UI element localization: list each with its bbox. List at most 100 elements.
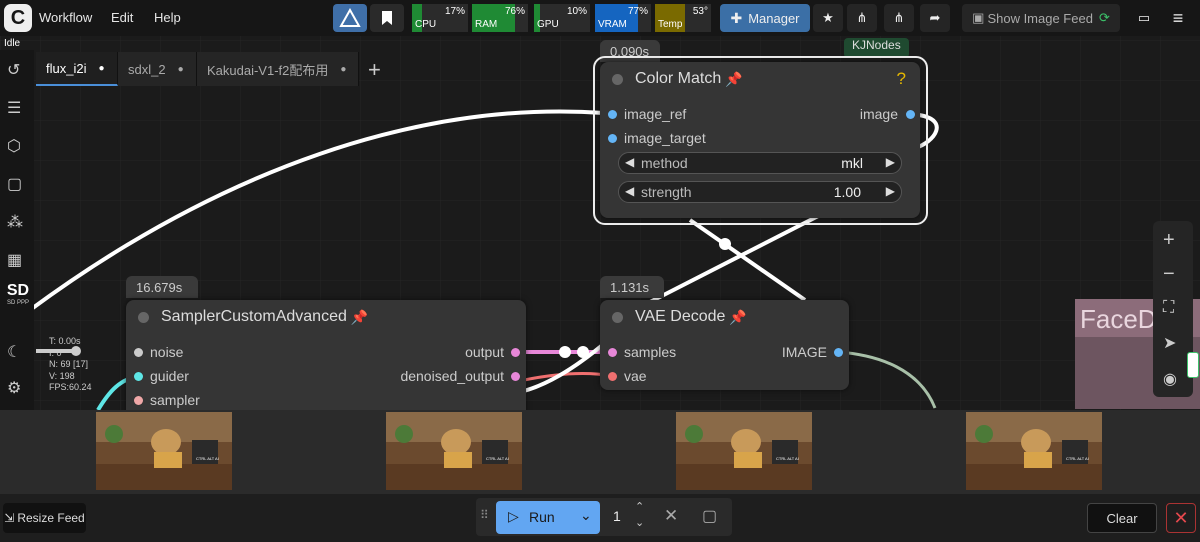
queue-list-icon[interactable]: ☰ — [7, 98, 27, 118]
pin-icon[interactable]: 📌 — [351, 309, 368, 326]
feed-thumbnail[interactable]: CTRL ALT AI — [96, 412, 232, 490]
fit-view-icon[interactable]: ⛶ — [1163, 299, 1183, 319]
close-icon[interactable]: ✕ — [1166, 503, 1196, 533]
menu-help[interactable]: Help — [154, 10, 181, 25]
sd-logo-button[interactable] — [333, 4, 367, 32]
zoom-out-icon[interactable]: − — [1163, 263, 1183, 285]
star-icon: ★ — [822, 10, 834, 25]
select-arrow-icon[interactable]: ➤ — [1163, 333, 1183, 353]
gear-icon[interactable]: ⚙ — [7, 378, 27, 398]
cg-b-button[interactable]: ⋔ — [884, 4, 914, 32]
increment-icon[interactable]: ⌃ — [635, 500, 644, 513]
node-tree-icon[interactable]: ⁂ — [7, 212, 27, 232]
tab-kakudai[interactable]: Kakudai-V1-f2配布用 ● — [197, 52, 359, 86]
image-ref-socket[interactable] — [608, 110, 617, 119]
vae-socket[interactable] — [608, 372, 617, 381]
input-vae: vae — [624, 368, 647, 384]
image-icon: ▣ — [972, 10, 985, 25]
increment-arrow-icon[interactable]: ▶ — [886, 155, 895, 169]
color-match-node[interactable]: Color Match 📌 ? image_ref image_target i… — [600, 62, 920, 218]
clear-button[interactable]: Clear — [1087, 503, 1157, 533]
noise-socket[interactable] — [134, 348, 143, 357]
vae-decode-timing: 1.131s — [600, 276, 664, 298]
history-icon[interactable]: ↺ — [7, 60, 27, 80]
decrement-arrow-icon[interactable]: ◀ — [625, 155, 634, 169]
sd-ppp-button[interactable]: SD SD PPP — [4, 282, 32, 306]
collapse-dot-icon[interactable] — [612, 73, 623, 85]
output-socket[interactable] — [511, 348, 520, 357]
image-feed: CTRL ALT AI CTRL ALT AI CTRL ALT AI CTRL… — [0, 410, 1200, 494]
feed-thumbnail[interactable]: CTRL ALT AI — [676, 412, 812, 490]
cancel-icon[interactable]: ✕ — [664, 506, 678, 526]
drag-handle-icon[interactable]: ⠿ — [480, 508, 489, 522]
vae-decode-header[interactable]: VAE Decode 📌 — [600, 300, 849, 334]
batch-count-input[interactable]: 1 — [613, 508, 621, 524]
eye-icon[interactable]: ◉ — [1163, 369, 1183, 389]
pin-icon[interactable]: 📌 — [725, 71, 742, 88]
decrement-icon[interactable]: ⌄ — [635, 516, 644, 529]
method-value: mkl — [841, 155, 863, 171]
menu-edit[interactable]: Edit — [111, 10, 133, 25]
input-noise: noise — [150, 344, 184, 360]
feed-thumbnail[interactable]: CTRL ALT AI — [386, 412, 522, 490]
image-decode-socket[interactable] — [834, 348, 843, 357]
tab-flux-i2i[interactable]: flux_i2i ● — [36, 52, 118, 86]
share-arrow-icon: ➦ — [929, 10, 941, 25]
share-button[interactable]: ➦ — [920, 4, 950, 32]
collapse-dot-icon[interactable] — [138, 311, 149, 323]
gpu-label: GPU — [537, 19, 559, 30]
temp-meter: Temp 53° — [655, 4, 711, 32]
collapse-dot-icon[interactable] — [612, 311, 623, 323]
vram-meter: VRAM 77% — [595, 4, 651, 32]
resize-icon: ⇲ — [4, 511, 15, 525]
show-image-feed-button[interactable]: ▣ Show Image Feed ⟳ — [962, 4, 1120, 32]
manager-button[interactable]: ✚ Manager — [720, 4, 810, 32]
decrement-arrow-icon[interactable]: ◀ — [625, 184, 634, 198]
hamburger-menu-button[interactable]: ≡ — [1166, 4, 1190, 32]
zoom-in-icon[interactable]: + — [1163, 229, 1183, 251]
fork-icon: ⋔ — [856, 10, 868, 25]
samples-socket[interactable] — [608, 348, 617, 357]
image-output-socket[interactable] — [906, 110, 915, 119]
bookmark-button[interactable] — [370, 4, 404, 32]
sampler-header[interactable]: SamplerCustomAdvanced 📌 — [126, 300, 526, 334]
run-button[interactable]: ▷ Run ⌄ — [496, 501, 600, 534]
input-samples: samples — [624, 344, 677, 360]
gallery-icon[interactable]: ▦ — [7, 250, 27, 270]
comfy-logo[interactable]: C — [4, 4, 32, 32]
folder-icon[interactable]: ▢ — [7, 174, 27, 194]
cube-icon[interactable]: ⬡ — [7, 136, 27, 156]
side-toggle-icon[interactable] — [1187, 352, 1199, 378]
run-label: Run — [529, 509, 555, 525]
add-tab-icon[interactable]: + — [368, 57, 381, 83]
sampler-custom-advanced-node[interactable]: SamplerCustomAdvanced 📌 noise guider sam… — [126, 300, 526, 420]
strength-slider[interactable]: ◀ strength 1.00 ▶ — [618, 181, 902, 203]
help-icon[interactable]: ? — [897, 69, 906, 89]
refresh-icon: ⟳ — [1098, 10, 1110, 25]
tab-label: sdxl_2 — [128, 61, 166, 77]
moon-icon[interactable]: ☾ — [7, 342, 27, 362]
star-button[interactable]: ★ — [813, 4, 843, 32]
method-combo[interactable]: ◀ method mkl ▶ — [618, 152, 902, 174]
gpu-meter: GPU 10% — [534, 4, 590, 32]
sampler-socket[interactable] — [134, 396, 143, 405]
menu-workflow[interactable]: Workflow — [39, 10, 92, 25]
panel-toggle-button[interactable]: ▭ — [1132, 4, 1156, 32]
guider-socket[interactable] — [134, 372, 143, 381]
feed-thumbnail[interactable]: CTRL ALT AI — [966, 412, 1102, 490]
image-target-socket[interactable] — [608, 134, 617, 143]
stop-icon[interactable]: ▢ — [702, 506, 717, 526]
denoised-output-socket[interactable] — [511, 372, 520, 381]
unsaved-dot-icon: ● — [177, 63, 184, 75]
cg-a-button[interactable]: ⋔ — [847, 4, 877, 32]
output-image: image — [859, 106, 898, 122]
chevron-down-icon[interactable]: ⌄ — [580, 507, 592, 524]
increment-arrow-icon[interactable]: ▶ — [886, 184, 895, 198]
resize-feed-button[interactable]: ⇲ Resize Feed — [3, 503, 86, 533]
tab-sdxl-2[interactable]: sdxl_2 ● — [118, 52, 197, 86]
stat-i: I: 0 — [49, 347, 62, 358]
pin-icon[interactable]: 📌 — [729, 309, 746, 326]
color-match-header[interactable]: Color Match 📌 ? — [600, 62, 920, 96]
sampler-title: SamplerCustomAdvanced — [161, 308, 347, 325]
vae-decode-node[interactable]: VAE Decode 📌 samples vae IMAGE — [600, 300, 849, 390]
